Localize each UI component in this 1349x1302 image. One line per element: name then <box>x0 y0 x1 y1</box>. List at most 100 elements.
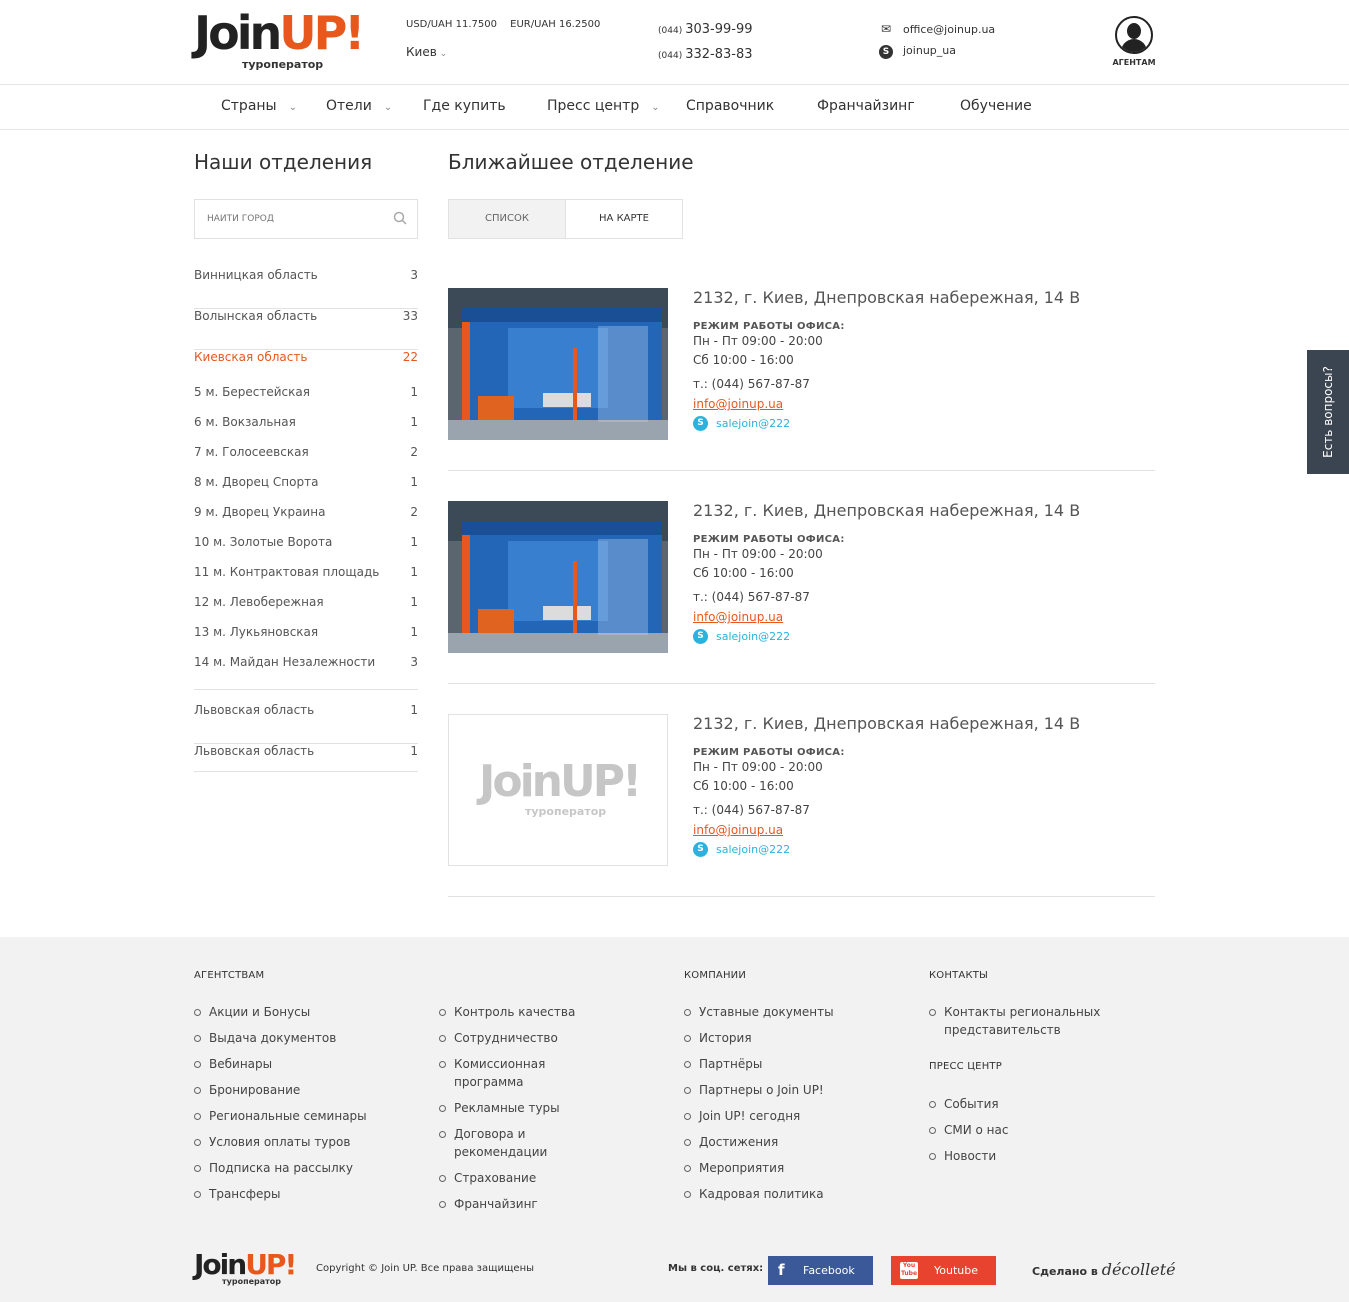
nav-countries[interactable]: Страны ⌄ <box>221 98 297 114</box>
footer-link[interactable]: Рекламные туры <box>439 1099 589 1117</box>
footer-link[interactable]: Региональные семинары <box>194 1107 414 1125</box>
metro-item[interactable]: 11 м. Контрактовая площадь 1 <box>194 565 418 579</box>
region-item[interactable]: Волынская область 33 <box>194 309 418 350</box>
footer-link[interactable]: Выдача документов <box>194 1029 414 1047</box>
footer-logo[interactable]: JoinUP! туроператор <box>194 1251 297 1287</box>
footer-link[interactable]: Условия оплаты туров <box>194 1133 414 1151</box>
nav-where-to-buy[interactable]: Где купить <box>423 98 506 114</box>
metro-item[interactable]: 14 м. Майдан Незалежности 3 <box>194 655 418 669</box>
logo[interactable]: JoinUP! туроператор <box>194 10 365 74</box>
youtube-button[interactable]: You Tube Youtube <box>891 1256 996 1285</box>
footer-link[interactable]: Страхование <box>439 1169 589 1187</box>
footer-link[interactable]: Трансферы <box>194 1185 414 1203</box>
skype-text: salejoin@222 <box>716 630 791 643</box>
metro-item[interactable]: 6 м. Вокзальная 1 <box>194 415 418 429</box>
phone-number: 332-83-83 <box>685 47 753 62</box>
search-icon[interactable] <box>393 211 407 225</box>
region-count: 1 <box>410 744 418 758</box>
footer-link[interactable]: Достижения <box>684 1133 884 1151</box>
footer-logo-sub: туроператор <box>222 1277 282 1286</box>
footer-link[interactable]: Контроль качества <box>439 1003 589 1021</box>
metro-item[interactable]: 13 м. Лукьяновская 1 <box>194 625 418 639</box>
office-phone[interactable]: т.: (044) 567-87-87 <box>693 801 1080 820</box>
skype-text: salejoin@222 <box>716 843 791 856</box>
footer-link[interactable]: Франчайзинг <box>439 1195 589 1213</box>
nav-reference[interactable]: Справочник <box>686 98 774 114</box>
nav-franchise[interactable]: Франчайзинг <box>817 98 915 114</box>
metro-name: 13 м. Лукьяновская <box>194 625 319 639</box>
facebook-button[interactable]: f Facebook <box>768 1256 873 1285</box>
footer-link[interactable]: Вебинары <box>194 1055 414 1073</box>
facebook-icon: f <box>778 1261 785 1279</box>
city-selector[interactable]: Киев ⌄ <box>406 45 447 59</box>
questions-tab[interactable]: Есть вопросы? <box>1307 350 1349 474</box>
metro-name: 5 м. Берестейская <box>194 385 310 399</box>
office-photo[interactable] <box>448 288 668 440</box>
footer-link[interactable]: История <box>684 1029 884 1047</box>
city-search-input[interactable] <box>195 200 375 238</box>
metro-count: 1 <box>410 595 418 609</box>
footer-link[interactable]: События <box>929 1095 1109 1113</box>
footer-link[interactable]: Join UP! сегодня <box>684 1107 884 1125</box>
phone-2[interactable]: (044) 332-83-83 <box>658 43 752 68</box>
metro-item[interactable]: 10 м. Золотые Ворота 1 <box>194 535 418 549</box>
questions-label: Есть вопросы? <box>1321 366 1335 458</box>
header-skype[interactable]: Sjoinup_ua <box>878 40 995 61</box>
footer-link[interactable]: Бронирование <box>194 1081 414 1099</box>
nav-hotels[interactable]: Отели ⌄ <box>326 98 392 114</box>
hours-weekdays: Пн - Пт 09:00 - 20:00 <box>693 334 823 348</box>
agents-button[interactable]: АГЕНТАМ <box>1112 16 1156 67</box>
chevron-down-icon: ⌄ <box>439 49 448 59</box>
copyright: Copyright © Join UP. Все права защищены <box>316 1263 535 1274</box>
region-count: 33 <box>402 309 418 323</box>
youtube-label: Youtube <box>934 1264 978 1277</box>
footer-link[interactable]: Уставные документы <box>684 1003 884 1021</box>
office-email-link[interactable]: info@joinup.ua <box>693 820 1080 840</box>
footer-link[interactable]: Партнёры <box>684 1055 884 1073</box>
office-email-link[interactable]: info@joinup.ua <box>693 394 1080 414</box>
footer-link[interactable]: Сотрудничество <box>439 1029 589 1047</box>
footer-link[interactable]: Мероприятия <box>684 1159 884 1177</box>
logo-join: Join <box>194 6 282 60</box>
phone-1[interactable]: (044) 303-99-99 <box>658 18 752 43</box>
office-phone[interactable]: т.: (044) 567-87-87 <box>693 588 1080 607</box>
region-count: 3 <box>410 268 418 282</box>
office-skype[interactable]: Ssalejoin@222 <box>693 629 1080 644</box>
nav-education[interactable]: Обучение <box>960 98 1032 114</box>
footer-link[interactable]: Новости <box>929 1147 1109 1165</box>
metro-item[interactable]: 5 м. Берестейская 1 <box>194 385 418 399</box>
metro-item[interactable]: 8 м. Дворец Спорта 1 <box>194 475 418 489</box>
region-item[interactable]: Львовская область 1 <box>194 744 418 772</box>
metro-item[interactable]: 7 м. Голосеевская 2 <box>194 445 418 459</box>
footer-link[interactable]: СМИ о нас <box>929 1121 1109 1139</box>
metro-item[interactable]: 12 м. Левобережная 1 <box>194 595 418 609</box>
made-by-brand: décolleté <box>1101 1260 1176 1279</box>
office-photo-placeholder[interactable]: JoinUP! туроператор <box>448 714 668 866</box>
footer-link[interactable]: Кадровая политика <box>684 1185 884 1203</box>
office-skype[interactable]: Ssalejoin@222 <box>693 842 1080 857</box>
office-skype[interactable]: Ssalejoin@222 <box>693 416 1080 431</box>
footer-link[interactable]: Акции и Бонусы <box>194 1003 414 1021</box>
metro-count: 1 <box>410 475 418 489</box>
region-name: Львовская область <box>194 744 315 758</box>
footer-link[interactable]: Контакты региональных представительств <box>929 1003 1109 1039</box>
header: JoinUP! туроператор USD/UAH 11.7500 EUR/… <box>0 0 1349 85</box>
office-photo[interactable] <box>448 501 668 653</box>
region-name: Винницкая область <box>194 268 318 282</box>
region-item[interactable]: Львовская область 1 <box>194 703 418 744</box>
footer-link[interactable]: Договора и рекомендации <box>439 1125 549 1161</box>
metro-item[interactable]: 9 м. Дворец Украина 2 <box>194 505 418 519</box>
office-email-link[interactable]: info@joinup.ua <box>693 607 1080 627</box>
metro-name: 8 м. Дворец Спорта <box>194 475 319 489</box>
made-by[interactable]: Сделано в décolleté <box>1032 1260 1176 1279</box>
footer-link[interactable]: Партнеры о Join UP! <box>684 1081 884 1099</box>
region-item[interactable]: Винницкая область 3 <box>194 268 418 309</box>
office-phone[interactable]: т.: (044) 567-87-87 <box>693 375 1080 394</box>
tab-list[interactable]: СПИСОК <box>449 200 565 238</box>
office-address: 2132, г. Киев, Днепровская набережная, 1… <box>693 501 1081 520</box>
tab-map[interactable]: НА КАРТЕ <box>565 200 682 238</box>
header-email[interactable]: ✉ office@joinup.ua <box>878 19 995 40</box>
footer-link[interactable]: Комиссионная программа <box>439 1055 569 1091</box>
footer-link[interactable]: Подписка на рассылку <box>194 1159 414 1177</box>
nav-press-center[interactable]: Пресс центр ⌄ <box>547 98 660 114</box>
